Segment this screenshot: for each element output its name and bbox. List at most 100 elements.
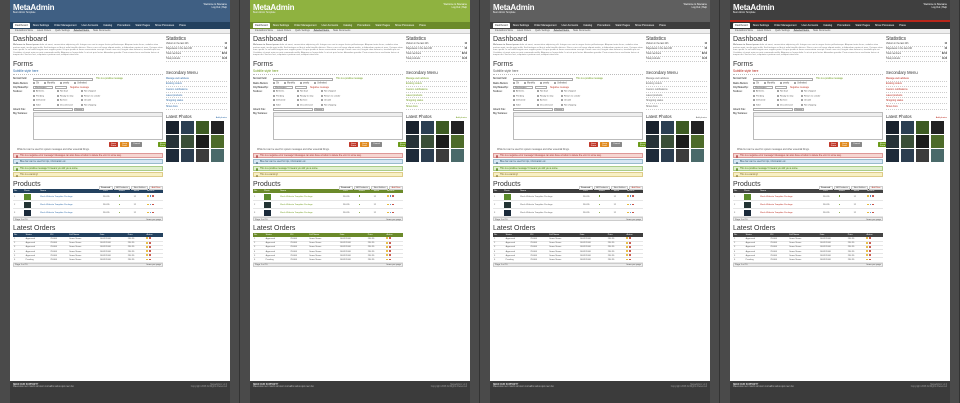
logout-link[interactable]: Log Out <box>692 6 701 9</box>
nav-catalog[interactable]: Catalog <box>101 23 114 28</box>
photo-thumbnail[interactable] <box>196 148 209 162</box>
delete-icon[interactable] <box>151 203 154 206</box>
nav-order-management[interactable]: Order Management <box>532 23 559 28</box>
checkbox[interactable]: Delivered <box>33 99 57 103</box>
checkbox[interactable]: Not shipped <box>801 90 825 94</box>
nav-press[interactable]: Press <box>657 23 668 28</box>
photo-thumbnail[interactable] <box>406 148 419 162</box>
radio-option[interactable]: yearly <box>539 82 549 85</box>
nav-show-processes[interactable]: Show Processes <box>873 23 896 28</box>
checkbox[interactable]: Discontinued <box>537 103 561 108</box>
table-row[interactable]: 1 Flash Website Template Package 234.95 … <box>253 192 403 202</box>
photo-thumbnail[interactable] <box>916 120 929 134</box>
cancel-button[interactable]: Cancel <box>611 142 622 148</box>
radio-option[interactable]: Unlimited <box>554 82 567 85</box>
items-per-page[interactable]: Items per page <box>866 219 881 221</box>
delete-icon[interactable] <box>391 211 394 214</box>
save-draft-button[interactable]: Save Draft <box>120 142 130 148</box>
zip-input[interactable] <box>55 86 67 90</box>
edit-icon[interactable] <box>627 211 630 214</box>
add-photos-link[interactable]: Add photos <box>696 117 707 119</box>
checkbox[interactable]: Archive <box>777 99 801 103</box>
photo-thumbnail[interactable] <box>676 120 689 134</box>
edit-icon[interactable] <box>387 195 390 198</box>
radio-option[interactable]: Ok <box>33 82 39 85</box>
photo-thumbnail[interactable] <box>181 134 194 148</box>
browse-button[interactable]: Browse <box>314 108 324 112</box>
photo-thumbnail[interactable] <box>901 134 914 148</box>
table-row[interactable]: 6 Pending 78-864 Some Name 16/09/2008 234.95 <box>493 257 643 263</box>
tab-add-new[interactable]: Add New <box>389 186 403 191</box>
subnav-item[interactable]: Selected Items <box>312 30 330 32</box>
delete-icon[interactable] <box>391 203 394 206</box>
zip-input[interactable] <box>295 86 307 90</box>
checkbox[interactable]: Unsold <box>321 99 345 103</box>
tab-add-new[interactable]: Add New <box>629 186 643 191</box>
nav-press[interactable]: Press <box>177 23 188 28</box>
photo-thumbnail[interactable] <box>196 134 209 148</box>
radio-option[interactable]: Monthly <box>763 82 775 85</box>
tab-all-products[interactable]: All Products <box>593 186 611 191</box>
city-select[interactable]: Washington <box>273 86 293 90</box>
table-row[interactable]: 1 Flash Website Template Package 234.95 … <box>733 192 883 202</box>
big-textarea[interactable] <box>33 112 163 141</box>
radio-option[interactable]: Unlimited <box>74 82 87 85</box>
subnav-item[interactable]: Stats Documents <box>332 30 352 32</box>
table-row[interactable]: 3 Flash Website Template Package 234.95 … <box>733 208 883 218</box>
menu-item[interactable]: Show docs <box>406 104 467 110</box>
table-row[interactable]: 3 Flash Website Template Package 234.95 … <box>13 208 163 218</box>
cell-name[interactable]: Flash Website Template Package <box>39 192 102 202</box>
big-textarea[interactable] <box>513 112 643 141</box>
edit-icon[interactable] <box>387 203 390 206</box>
photo-thumbnail[interactable] <box>166 120 179 134</box>
checkbox[interactable]: Sold <box>513 103 537 108</box>
photo-thumbnail[interactable] <box>211 148 224 162</box>
checkbox[interactable]: Discontinued <box>57 103 81 108</box>
cancel-button[interactable]: Cancel <box>371 142 382 148</box>
items-per-page[interactable]: Items per page <box>386 264 401 266</box>
checkbox[interactable]: Ready to ship <box>57 94 81 99</box>
edit-icon[interactable] <box>146 241 149 244</box>
tab-all-products[interactable]: All Products <box>833 186 851 191</box>
subnav-item[interactable]: Latest Orders <box>756 30 772 32</box>
delete-icon[interactable] <box>388 241 391 244</box>
delete-icon[interactable] <box>868 254 871 257</box>
photo-thumbnail[interactable] <box>901 120 914 134</box>
subnav-item[interactable]: Selected Items <box>792 30 810 32</box>
subnav-item[interactable]: Latest Orders <box>36 30 52 32</box>
delete-icon[interactable] <box>628 250 631 252</box>
menu-item[interactable]: Show docs <box>166 104 227 110</box>
checkbox[interactable]: Ready to ship <box>297 94 321 99</box>
nav-catalog[interactable]: Catalog <box>341 23 354 28</box>
help-link[interactable]: Help <box>702 6 707 9</box>
edit-icon[interactable] <box>627 203 630 206</box>
photo-thumbnail[interactable] <box>886 134 899 148</box>
tab-best-sellers[interactable]: Best Sellers <box>371 186 389 191</box>
checkbox[interactable]: Archive <box>537 99 561 103</box>
edit-icon[interactable] <box>386 241 389 244</box>
photo-thumbnail[interactable] <box>916 148 929 162</box>
photo-thumbnail[interactable] <box>676 148 689 162</box>
cell-name[interactable]: Flash Website Template Package <box>279 200 342 210</box>
delete-icon[interactable] <box>628 258 631 261</box>
subnav-item[interactable]: Selected Items <box>552 30 570 32</box>
delete-icon[interactable] <box>868 237 871 240</box>
photo-thumbnail[interactable] <box>181 148 194 162</box>
tab-add-new[interactable]: Add New <box>869 186 883 191</box>
table-row[interactable]: 2 Flash Website Template Package 234.95 … <box>493 200 643 210</box>
photo-thumbnail[interactable] <box>451 120 464 134</box>
nav-dashboard[interactable]: Dashboard <box>253 23 270 28</box>
nav-user-accounts[interactable]: User Accounts <box>800 23 821 28</box>
delete-icon[interactable] <box>628 254 631 257</box>
checkbox[interactable]: Discontinued <box>777 103 801 108</box>
nav-static-pages[interactable]: Static Pages <box>373 23 392 28</box>
subnav-item[interactable]: Interactions Store <box>14 30 34 32</box>
items-per-page[interactable]: Items per page <box>626 264 641 266</box>
checkbox[interactable]: Sold <box>273 103 297 108</box>
checkbox[interactable]: Pending <box>753 94 777 99</box>
photo-thumbnail[interactable] <box>451 134 464 148</box>
delete-icon[interactable] <box>148 250 151 252</box>
add-photos-link[interactable]: Add photos <box>936 117 947 119</box>
checkbox[interactable]: All items <box>33 90 57 94</box>
city-select[interactable]: Washington <box>753 86 773 90</box>
